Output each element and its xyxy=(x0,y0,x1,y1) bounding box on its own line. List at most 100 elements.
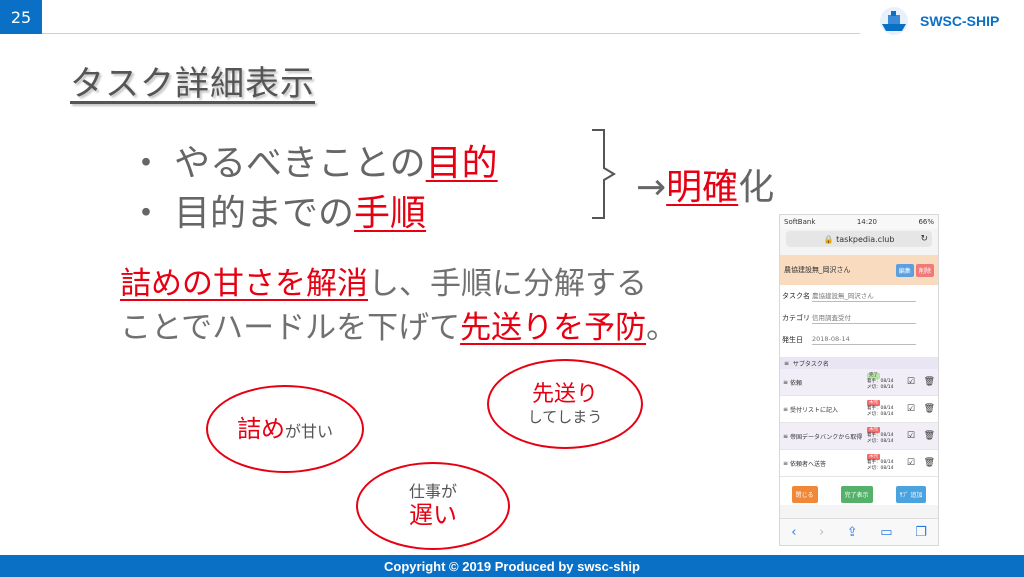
subtask-header-label: サブタスク名 xyxy=(792,360,829,368)
field-label: カテゴリ xyxy=(782,314,810,322)
ship-logo-icon xyxy=(880,7,908,35)
paragraph-highlight: 先送りを予防 xyxy=(460,310,647,346)
bubble-big-text: 遅い xyxy=(409,501,457,530)
trash-icon[interactable]: 🗑 xyxy=(915,377,935,387)
logo: SWSC-SHIP xyxy=(876,6,999,36)
drag-handle-icon[interactable]: ≡ xyxy=(783,406,790,413)
check-icon[interactable]: ☑ xyxy=(895,458,915,468)
paragraph-text: し、手順に分解する xyxy=(368,266,647,302)
paragraph-line-1: 詰めの甘さを解消し、手順に分解する xyxy=(120,258,647,303)
task-header: 農協建設無_岡沢さん 編集 削除 xyxy=(780,255,938,285)
check-icon[interactable]: ☑ xyxy=(895,431,915,441)
share-icon[interactable]: ⇪ xyxy=(847,525,858,540)
bullet-mark: ・ xyxy=(128,143,165,184)
subtask-row[interactable]: ≡ 受付リストに記入 未完 着手：08/14 〆切：08/14 ☑ 🗑 xyxy=(780,396,938,423)
slide-title: タスク詳細表示 xyxy=(70,64,315,104)
subtask-meta: 未完 着手：08/14 〆切：08/14 xyxy=(867,400,895,418)
subtask-name: 受付リストに記入 xyxy=(789,406,838,414)
task-header-title: 農協建設無_岡沢さん xyxy=(784,266,851,274)
phone-status-bar: SoftBank 14:20 66% xyxy=(780,215,938,229)
drag-handle-icon[interactable]: ≡ xyxy=(783,460,790,467)
subtask-meta: 完了 着手：08/14 〆切：08/14 xyxy=(867,373,895,391)
app-content: 農協建設無_岡沢さん 編集 削除 タスク名 農協建設無_岡沢さん カテゴリ 信用… xyxy=(780,255,938,505)
bookmarks-icon[interactable]: ▭ xyxy=(880,525,892,540)
subtask-name: 帝国データバンクから取得 xyxy=(789,433,863,441)
subtask-name: 依頼 xyxy=(789,379,802,387)
subtask-list: ≡ 依頼 完了 着手：08/14 〆切：08/14 ☑ 🗑 ≡ 受付リストに記入 未完… xyxy=(780,369,938,477)
bubble-small-text: が甘い xyxy=(284,422,333,442)
logo-text: SWSC-SHIP xyxy=(920,13,1000,29)
show-completed-button[interactable]: 完了表示 xyxy=(840,485,873,503)
bubble-small-text: してしまう xyxy=(527,408,603,427)
field-task-name: タスク名 農協建設無_岡沢さん xyxy=(780,285,938,307)
start-date: 着手：08/14 xyxy=(867,379,894,385)
trash-icon[interactable]: 🗑 xyxy=(915,431,935,441)
due-date: 〆切：08/14 xyxy=(867,384,894,390)
tabs-icon[interactable]: ❐ xyxy=(915,525,927,540)
subtask-header: ≡ サブタスク名 xyxy=(780,357,938,369)
field-value: 農協建設無_岡沢さん xyxy=(812,290,916,302)
bullet-highlight: 目的 xyxy=(425,143,498,184)
clarify-highlight: 明確 xyxy=(666,167,739,208)
bubble-sloppy: 詰め が甘い xyxy=(206,385,364,473)
subtask-meta: 未完 着手：08/14 〆切：08/14 xyxy=(867,427,895,445)
right-brace-icon xyxy=(592,129,616,219)
due-date: 〆切：08/14 xyxy=(867,438,894,444)
bullet-text: 目的までの xyxy=(174,193,355,234)
start-date: 着手：08/14 xyxy=(867,433,894,439)
paragraph-text: ことでハードルを下げて xyxy=(120,310,461,346)
reload-icon[interactable]: ↻ xyxy=(920,234,928,244)
bubble-procrastinate: 先送り してしまう xyxy=(487,359,643,449)
trash-icon[interactable]: 🗑 xyxy=(915,404,935,414)
trash-icon[interactable]: 🗑 xyxy=(915,458,935,468)
check-icon[interactable]: ☑ xyxy=(895,377,915,387)
arrow-text: → xyxy=(636,167,667,208)
browser-toolbar: ‹ › ⇪ ▭ ❐ xyxy=(780,518,938,545)
delete-button[interactable]: 削除 xyxy=(915,263,934,277)
bullet-purpose: ・やるべきことの目的 xyxy=(128,134,498,186)
paragraph-end: 。 xyxy=(646,310,678,346)
lock-icon: 🔒 xyxy=(823,234,834,244)
add-subtask-button[interactable]: ｻﾌﾞ 追加 xyxy=(895,485,927,503)
app-button-bar: 閉じる 完了表示 ｻﾌﾞ 追加 xyxy=(780,483,938,505)
bullet-text: やるべきことの xyxy=(174,143,426,184)
bubble-slow-work: 仕事が 遅い xyxy=(356,462,510,550)
subtask-row[interactable]: ≡ 帝国データバンクから取得 未完 着手：08/14 〆切：08/14 ☑ 🗑 xyxy=(780,423,938,450)
field-label: 発生日 xyxy=(782,336,803,344)
paragraph-line-2: ことでハードルを下げて先送りを予防。 xyxy=(120,302,677,347)
start-date: 着手：08/14 xyxy=(867,460,894,466)
forward-icon[interactable]: › xyxy=(819,525,824,540)
header-rule xyxy=(42,33,860,34)
subtask-row[interactable]: ≡ 依頼 完了 着手：08/14 〆切：08/14 ☑ 🗑 xyxy=(780,369,938,396)
url-bar[interactable]: 🔒 taskpedia.club ↻ xyxy=(786,231,932,247)
phone-screenshot: SoftBank 14:20 66% 🔒 taskpedia.club ↻ 農協… xyxy=(779,214,939,546)
field-value: 2018-08-14 xyxy=(812,335,916,345)
subtask-row[interactable]: ≡ 依頼者へ送答 未完 着手：08/14 〆切：08/14 ☑ 🗑 xyxy=(780,450,938,477)
carrier-text: SoftBank xyxy=(784,218,816,226)
bullet-highlight: 手順 xyxy=(354,193,427,234)
bullet-mark: ・ xyxy=(128,193,165,234)
field-date: 発生日 2018-08-14 xyxy=(780,329,938,351)
clarify-text: →明確化 xyxy=(636,158,774,210)
due-date: 〆切：08/14 xyxy=(867,465,894,471)
bullet-steps: ・目的までの手順 xyxy=(128,184,426,236)
back-icon[interactable]: ‹ xyxy=(791,525,796,540)
time-text: 14:20 xyxy=(856,218,878,226)
battery-text: 66% xyxy=(918,218,934,226)
paragraph-highlight: 詰めの甘さを解消 xyxy=(120,266,368,302)
drag-handle-icon[interactable]: ≡ xyxy=(783,433,790,440)
bubble-big-text: 先送り xyxy=(531,381,598,407)
page-number: 25 xyxy=(0,0,42,34)
footer-copyright: Copyright © 2019 Produced by swsc-ship xyxy=(0,555,1024,577)
edit-button[interactable]: 編集 xyxy=(895,263,914,277)
drag-handle-icon[interactable]: ≡ xyxy=(783,379,790,386)
close-button[interactable]: 閉じる xyxy=(791,485,818,503)
due-date: 〆切：08/14 xyxy=(867,411,894,417)
subtask-name: 依頼者へ送答 xyxy=(789,460,826,468)
field-category: カテゴリ 信用調査受付 xyxy=(780,307,938,329)
url-text: taskpedia.club xyxy=(836,234,895,244)
bubble-small-text: 仕事が xyxy=(408,482,457,501)
check-icon[interactable]: ☑ xyxy=(895,404,915,414)
clarify-rest: 化 xyxy=(738,167,775,208)
start-date: 着手：08/14 xyxy=(867,406,894,412)
